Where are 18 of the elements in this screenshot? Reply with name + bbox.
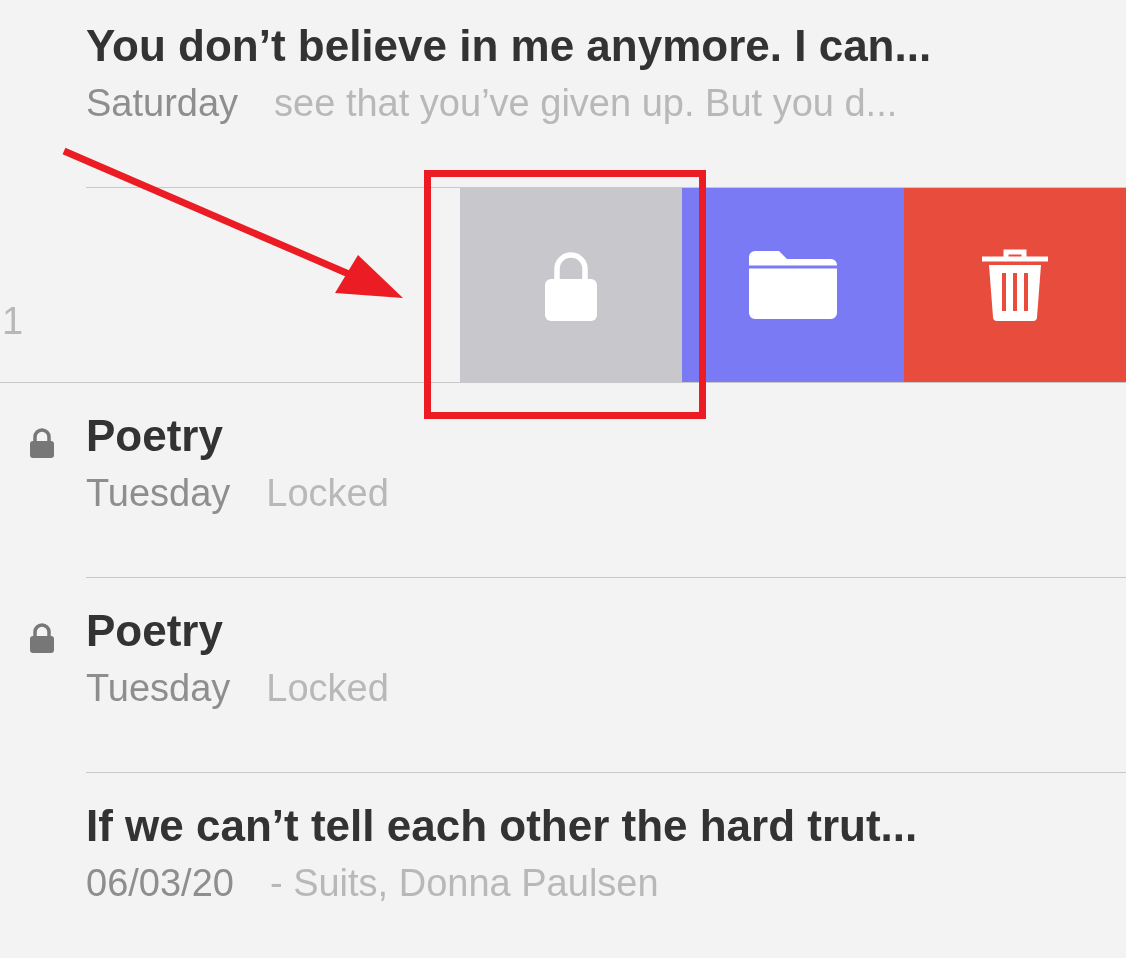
note-title: Poetry — [86, 410, 224, 462]
note-preview: see that you’ve given up. But you d... — [274, 82, 898, 124]
note-title: You don’t believe in me anymore. I can... — [86, 20, 933, 72]
folder-action-button[interactable] — [682, 188, 904, 382]
trash-icon — [982, 249, 1048, 321]
delete-action-button[interactable] — [904, 188, 1126, 382]
note-date: 1 — [2, 299, 24, 344]
note-date: 06/03/20 — [86, 862, 234, 904]
note-title: If we can’t tell each other the hard trut... — [86, 800, 919, 852]
note-preview: Locked — [266, 667, 389, 709]
note-date: Saturday — [86, 82, 239, 124]
lock-icon — [545, 249, 597, 321]
note-preview: - Suits, Donna Paulsen — [269, 862, 659, 904]
note-preview: Locked — [266, 472, 389, 514]
note-date: Tuesday — [86, 667, 231, 709]
folder-icon — [749, 251, 837, 319]
note-title: Poetry — [86, 605, 224, 657]
note-date: Tuesday — [86, 472, 231, 514]
